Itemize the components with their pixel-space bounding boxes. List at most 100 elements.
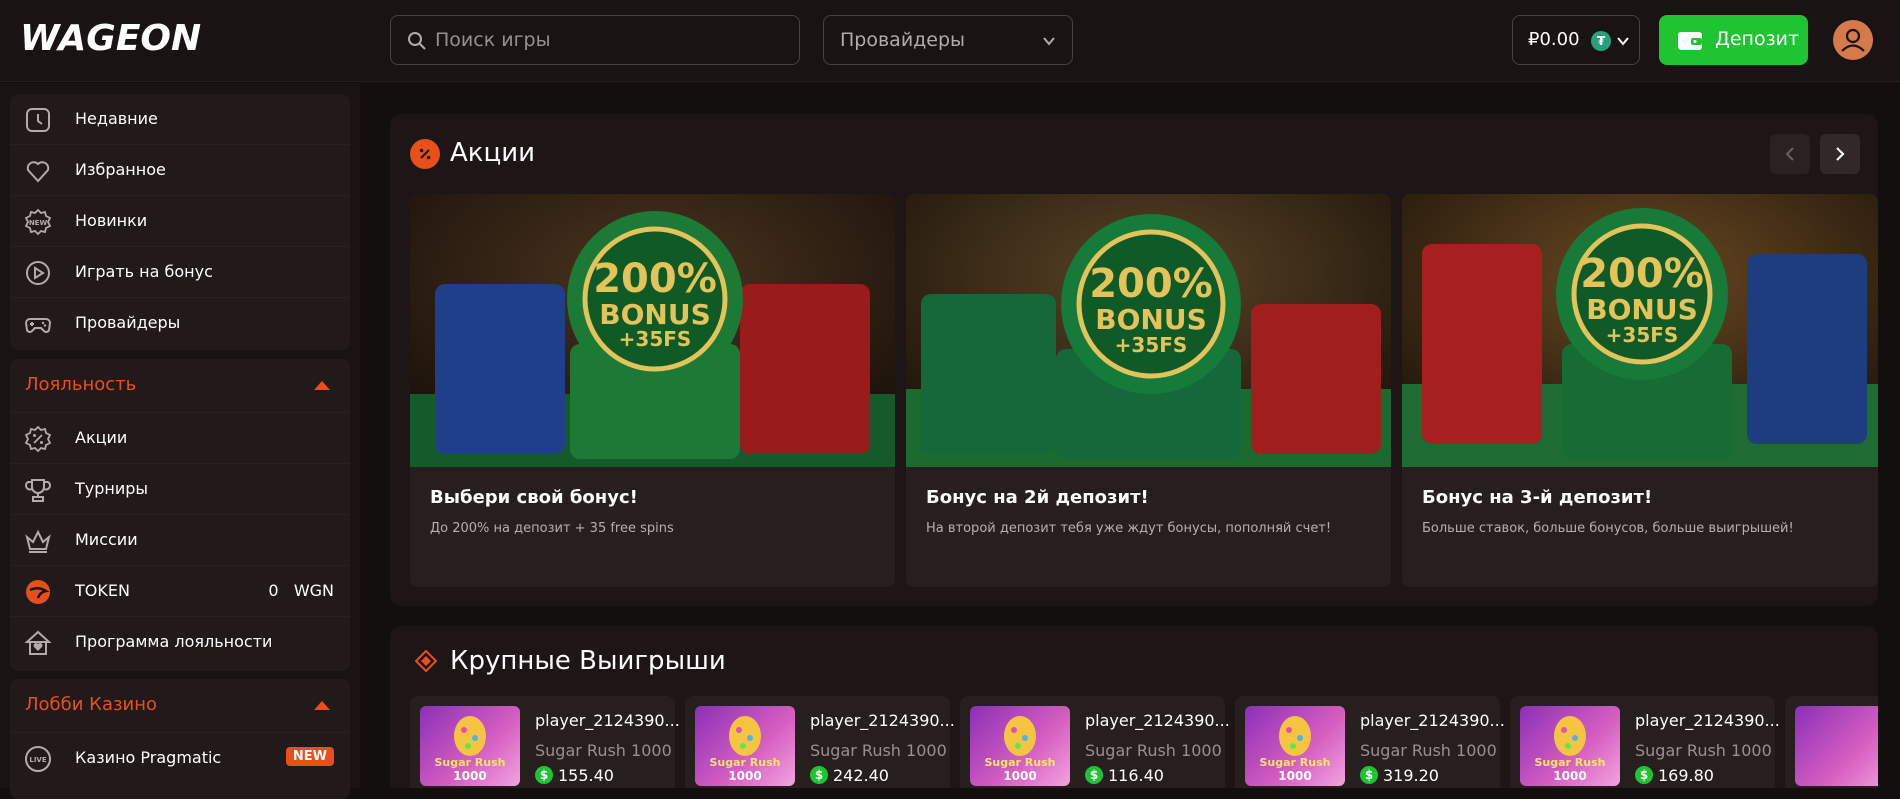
section-title: Крупные Выигрыши — [450, 646, 726, 676]
sidebar-item-tournaments[interactable]: Турниры — [10, 464, 350, 515]
win-amount: 116.40 — [1108, 766, 1164, 785]
winner-player-name: player_2124390... — [810, 711, 955, 730]
big-wins-diamond-icon — [415, 650, 437, 672]
sidebar-item-promotions[interactable]: Акции — [10, 413, 350, 464]
sidebar-item-label: Акции — [75, 428, 128, 447]
sidebar-item-pragmatic-casino[interactable]: LIVE Казино Pragmatic NEW — [10, 733, 350, 784]
promo-card-title: Бонус на 3-й депозит! — [1422, 487, 1653, 508]
sidebar-item-new[interactable]: NEW Новинки — [10, 196, 350, 247]
sidebar-item-favorites[interactable]: Избранное — [10, 145, 350, 196]
promo-card-title: Бонус на 2й депозит! — [926, 487, 1149, 508]
winner-player-name: player_2124390... — [1635, 711, 1780, 730]
svg-text:BONUS: BONUS — [1586, 293, 1697, 326]
svg-text:Sugar Rush: Sugar Rush — [435, 756, 506, 769]
sidebar-item-label: Миссии — [75, 530, 138, 549]
game-thumbnail: Sugar Rush 1000 — [420, 706, 520, 786]
collapse-arrow-icon — [314, 701, 330, 710]
lobby-section-header[interactable]: Лобби Казино — [10, 679, 350, 733]
play-bonus-icon — [26, 261, 50, 285]
promo-card[interactable]: 200% BONUS +35FS Бонус на 3-й депозит! Б… — [1402, 194, 1878, 587]
carousel-prev-button[interactable] — [1770, 134, 1810, 174]
game-thumbnail — [1795, 706, 1878, 786]
heart-icon — [26, 161, 50, 183]
svg-text:Sugar Rush: Sugar Rush — [1535, 756, 1606, 769]
token-unit: WGN — [293, 581, 334, 600]
svg-text:WAGEON: WAGEON — [20, 18, 201, 58]
big-win-card[interactable]: Sugar Rush 1000 player_2124390... Sugar … — [960, 696, 1230, 788]
crown-icon — [25, 529, 51, 553]
sidebar-item-label: Недавние — [75, 109, 158, 128]
balance-selector[interactable]: ₽0.00 ₮ — [1512, 15, 1640, 65]
svg-text:+35FS: +35FS — [1606, 323, 1679, 347]
loyalty-house-icon — [24, 630, 52, 655]
sidebar-item-token[interactable]: TOKEN 0 WGN — [10, 566, 350, 617]
sidebar-item-missions[interactable]: Миссии — [10, 515, 350, 566]
promo-card-description: Больше ставок, больше бонусов, больше вы… — [1422, 521, 1794, 536]
promo-card-description: На второй депозит тебя уже ждут бонусы, … — [926, 521, 1332, 536]
svg-text:Sugar Rush: Sugar Rush — [1260, 756, 1331, 769]
svg-text:1000: 1000 — [1278, 769, 1311, 783]
sugar-rush-thumbnail: Sugar Rush 1000 — [985, 716, 1056, 783]
sidebar-item-loyalty-program[interactable]: Программа лояльности — [10, 617, 350, 668]
sidebar-item-bonus-play[interactable]: Играть на бонус — [10, 247, 350, 298]
win-game-name: Sugar Rush 1000 — [1085, 741, 1222, 760]
sidebar-item-providers[interactable]: Провайдеры — [10, 298, 350, 349]
game-thumbnail: Sugar Rush 1000 — [1245, 706, 1345, 786]
search-box[interactable] — [390, 15, 800, 65]
promo-card[interactable]: 200% BONUS +35FS Бонус на 2й депозит! На… — [906, 194, 1391, 587]
sidebar-lobby-group: Лобби Казино LIVE Казино Pragmatic NEW — [10, 679, 350, 799]
svg-text:1000: 1000 — [453, 769, 486, 783]
win-amount: 242.40 — [833, 766, 889, 785]
token-balance: 0 WGN — [268, 581, 334, 600]
sidebar-item-label: Играть на бонус — [75, 262, 213, 281]
dollar-coin-icon: $ — [535, 766, 553, 784]
loyalty-section-header[interactable]: Лояльность — [10, 359, 350, 413]
svg-text:200%: 200% — [1580, 251, 1704, 297]
big-win-card[interactable]: Sugar Rush 1000 player_2124390... Sugar … — [410, 696, 680, 788]
win-amount: 169.80 — [1658, 766, 1714, 785]
svg-text:Sugar Rush: Sugar Rush — [985, 756, 1056, 769]
token-value: 0 — [268, 581, 279, 600]
big-win-card-partial[interactable] — [1785, 696, 1878, 788]
sidebar-main-group: Недавние Избранное NEW Новинки Играть на… — [10, 94, 350, 350]
promo-card[interactable]: 200% BONUS +35FS Выбери свой бонус! До 2… — [410, 194, 895, 587]
user-avatar[interactable] — [1833, 20, 1873, 60]
sugar-rush-thumbnail: Sugar Rush 1000 — [435, 716, 506, 783]
game-thumbnail: Sugar Rush 1000 — [695, 706, 795, 786]
svg-text:+35FS: +35FS — [619, 327, 692, 351]
svg-text:BONUS: BONUS — [1095, 303, 1206, 336]
promotions-percent-icon — [410, 139, 440, 169]
winner-player-name: player_2124390... — [1085, 711, 1230, 730]
percent-badge-icon — [24, 425, 52, 453]
wageon-logo[interactable]: WAGEON — [20, 18, 235, 59]
providers-dropdown[interactable]: Провайдеры — [823, 15, 1073, 65]
sidebar-item-label: Программа лояльности — [75, 632, 273, 651]
big-win-card[interactable]: Sugar Rush 1000 player_2124390... Sugar … — [1510, 696, 1780, 788]
search-input[interactable] — [435, 16, 795, 64]
dollar-coin-icon: $ — [1360, 766, 1378, 784]
deposit-button[interactable]: Депозит — [1659, 15, 1808, 65]
svg-text:1000: 1000 — [728, 769, 761, 783]
section-title: Акции — [450, 138, 535, 168]
live-icon: LIVE — [25, 746, 51, 772]
providers-dropdown-label: Провайдеры — [840, 29, 966, 51]
win-game-name: Sugar Rush 1000 — [810, 741, 947, 760]
big-wins-panel: Крупные Выигрыши Sugar Rush 1000 player_… — [390, 626, 1878, 788]
deposit-button-label: Депозит — [1715, 28, 1800, 50]
dollar-coin-icon: $ — [810, 766, 828, 784]
sugar-rush-thumbnail: Sugar Rush 1000 — [710, 716, 780, 783]
big-win-card[interactable]: Sugar Rush 1000 player_2124390... Sugar … — [1235, 696, 1505, 788]
sidebar: Недавние Избранное NEW Новинки Играть на… — [0, 83, 360, 799]
game-thumbnail: Sugar Rush 1000 — [1520, 706, 1620, 786]
win-game-name: Sugar Rush 1000 — [1360, 741, 1497, 760]
carousel-next-button[interactable] — [1820, 134, 1860, 174]
svg-text:200%: 200% — [1089, 261, 1213, 307]
sidebar-item-recent[interactable]: Недавние — [10, 94, 350, 145]
new-badge-icon: NEW — [24, 208, 52, 236]
section-title: Лобби Казино — [25, 694, 158, 715]
chevron-down-icon — [1617, 37, 1629, 46]
balance-amount: ₽0.00 — [1528, 29, 1580, 50]
winner-player-name: player_2124390... — [535, 711, 680, 730]
big-win-card[interactable]: Sugar Rush 1000 player_2124390... Sugar … — [685, 696, 955, 788]
dollar-coin-icon: $ — [1635, 766, 1653, 784]
